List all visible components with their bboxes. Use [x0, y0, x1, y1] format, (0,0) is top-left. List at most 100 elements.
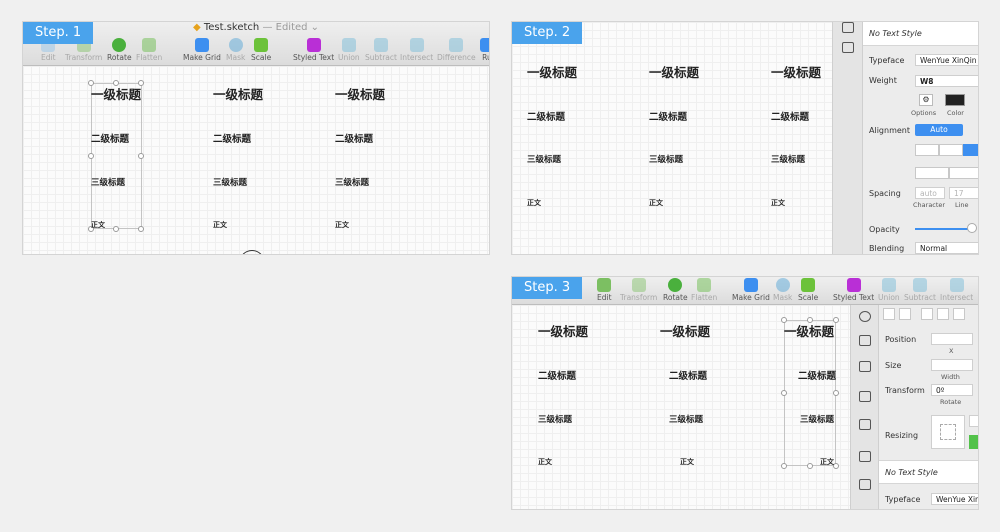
position-x-field[interactable] — [931, 333, 973, 345]
union-tool[interactable]: Union — [878, 278, 900, 302]
body-text[interactable]: 正文 — [649, 198, 663, 208]
mask-tool[interactable]: Mask — [773, 278, 792, 302]
text-style-icon[interactable] — [842, 22, 854, 33]
rotate-field[interactable]: 0º — [931, 384, 973, 396]
subtract-tool[interactable]: Subtract — [365, 38, 397, 62]
heading-level-1[interactable]: 一级标题 — [784, 321, 834, 340]
heading-level-3[interactable]: 三级标题 — [649, 153, 683, 165]
rotate-tool[interactable]: Rotate — [107, 38, 132, 62]
color-swatch[interactable] — [945, 94, 965, 106]
align-bottom-button[interactable] — [953, 308, 965, 320]
flatten-tool[interactable]: Flatten — [691, 278, 717, 302]
body-text[interactable]: 正文 — [538, 457, 552, 467]
difference-tool[interactable]: Difference — [437, 38, 476, 62]
body-text[interactable]: 正文 — [335, 220, 349, 230]
opacity-slider-knob[interactable] — [967, 223, 977, 233]
heading-level-3[interactable]: 三级标题 — [538, 413, 572, 425]
transform-tool[interactable]: Transform — [620, 278, 657, 302]
selection-handle[interactable] — [88, 153, 94, 159]
heading-level-2[interactable]: 二级标题 — [798, 368, 836, 382]
heading-level-1[interactable]: 一级标题 — [335, 84, 385, 103]
selection-handle[interactable] — [138, 226, 144, 232]
scale-tool[interactable]: Scale — [798, 278, 818, 302]
text-style-label[interactable]: No Text Style — [885, 468, 938, 477]
blending-field[interactable]: Normal — [915, 242, 978, 254]
body-text[interactable]: 正文 — [680, 457, 694, 467]
selection-handle[interactable] — [807, 463, 813, 469]
heading-level-1[interactable]: 一级标题 — [538, 321, 588, 340]
heading-level-1[interactable]: 一级标题 — [649, 62, 699, 81]
heading-level-2[interactable]: 二级标题 — [213, 131, 251, 145]
heading-level-1[interactable]: 一级标题 — [213, 84, 263, 103]
heading-level-1[interactable]: 一级标题 — [771, 62, 821, 81]
align-middle-button[interactable] — [937, 308, 949, 320]
vertical-align-middle-button[interactable] — [949, 167, 978, 179]
edit-shape-icon[interactable] — [859, 451, 871, 462]
selection-handle[interactable] — [113, 226, 119, 232]
align-left-edges-button[interactable] — [883, 308, 895, 320]
align-left-button[interactable] — [915, 144, 939, 156]
rotate-copies-icon[interactable] — [859, 311, 871, 322]
heading-level-3[interactable]: 三级标题 — [91, 176, 125, 188]
body-text[interactable]: 正文 — [213, 220, 227, 230]
add-image-icon[interactable] — [842, 42, 854, 53]
add-image-icon[interactable] — [859, 479, 871, 490]
make-grid-tool[interactable]: Make Grid — [732, 278, 770, 302]
gear-icon[interactable]: ⚙ — [919, 94, 933, 106]
flatten-tool[interactable]: Flatten — [136, 38, 162, 62]
intersect-tool[interactable]: Intersect — [940, 278, 973, 302]
resizing-toggle-active[interactable] — [969, 435, 978, 449]
export-icon[interactable] — [859, 335, 871, 346]
resizing-widget[interactable] — [931, 415, 965, 449]
edit-tool[interactable]: Edit — [597, 278, 612, 302]
heading-level-1[interactable]: 一级标题 — [660, 321, 710, 340]
selection-handle[interactable] — [833, 390, 839, 396]
heading-level-2[interactable]: 二级标题 — [538, 368, 576, 382]
list-icon[interactable] — [859, 391, 871, 402]
body-text[interactable]: 正文 — [820, 457, 834, 467]
align-right-button[interactable] — [963, 144, 978, 156]
intersect-tool[interactable]: Intersect — [400, 38, 433, 62]
heading-level-2[interactable]: 二级标题 — [669, 368, 707, 382]
width-field[interactable] — [931, 359, 973, 371]
heading-level-1[interactable]: 一级标题 — [527, 62, 577, 81]
vertical-align-top-button[interactable] — [915, 167, 949, 179]
rotate-tool[interactable]: Rotate — [663, 278, 688, 302]
align-top-button[interactable] — [921, 308, 933, 320]
typeface-field[interactable]: WenYue XinQin — [915, 54, 978, 66]
ruler-tool[interactable]: Ru — [480, 38, 489, 62]
styled-text-tool[interactable]: Styled Text — [293, 38, 334, 62]
heading-level-2[interactable]: 二级标题 — [771, 109, 809, 123]
text-style-label[interactable]: No Text Style — [869, 29, 922, 38]
heading-level-2[interactable]: 二级标题 — [527, 109, 565, 123]
make-grid-tool[interactable]: Make Grid — [183, 38, 221, 62]
mask-tool[interactable]: Mask — [226, 38, 245, 62]
scale-tool[interactable]: Scale — [251, 38, 271, 62]
grid-layout-icon[interactable] — [859, 419, 871, 430]
selection-handle[interactable] — [138, 153, 144, 159]
resizing-toggle[interactable] — [969, 415, 978, 427]
body-text[interactable]: 正文 — [527, 198, 541, 208]
heading-level-2[interactable]: 二级标题 — [649, 109, 687, 123]
alignment-auto-button[interactable]: Auto — [915, 124, 963, 136]
character-spacing-field[interactable]: auto — [915, 187, 945, 199]
heading-level-2[interactable]: 二级标题 — [91, 131, 129, 145]
heading-level-1[interactable]: 一级标题 — [91, 84, 141, 103]
heading-level-3[interactable]: 三级标题 — [669, 413, 703, 425]
body-text[interactable]: 正文 — [91, 220, 105, 230]
align-center-button[interactable] — [939, 144, 963, 156]
selection-handle[interactable] — [781, 463, 787, 469]
heading-level-3[interactable]: 三级标题 — [800, 413, 834, 425]
align-layers-icon[interactable] — [859, 361, 871, 372]
heading-level-3[interactable]: 三级标题 — [213, 176, 247, 188]
heading-level-3[interactable]: 三级标题 — [771, 153, 805, 165]
typeface-field[interactable]: WenYue XinQin — [931, 493, 978, 505]
align-horizontal-center-button[interactable] — [899, 308, 911, 320]
heading-level-3[interactable]: 三级标题 — [335, 176, 369, 188]
styled-text-tool[interactable]: Styled Text — [833, 278, 874, 302]
line-spacing-field[interactable]: 17 — [949, 187, 978, 199]
body-text[interactable]: 正文 — [771, 198, 785, 208]
weight-field[interactable]: W8 — [915, 75, 978, 87]
union-tool[interactable]: Union — [338, 38, 360, 62]
heading-level-2[interactable]: 二级标题 — [335, 131, 373, 145]
